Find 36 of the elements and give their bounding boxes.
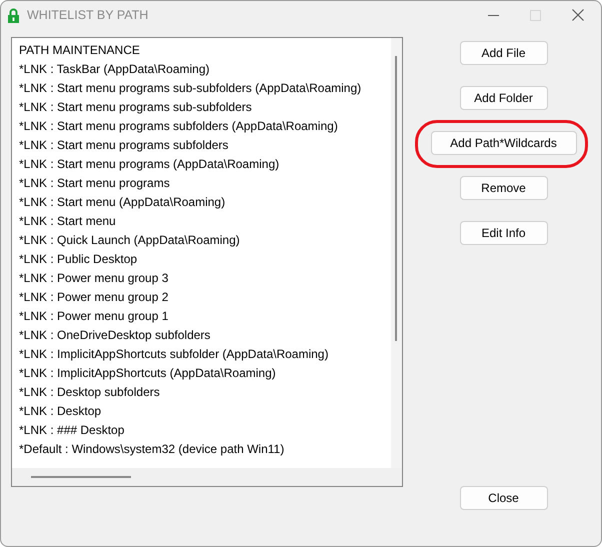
close-icon[interactable] <box>572 9 584 21</box>
list-item[interactable]: *LNK : Desktop subfolders <box>19 383 389 402</box>
padlock-icon <box>8 8 19 22</box>
horizontal-scrollbar[interactable] <box>12 468 402 486</box>
action-button[interactable]: Add Folder <box>460 86 548 110</box>
list-item[interactable]: *LNK : Start menu programs subfolders <box>19 136 389 155</box>
action-button[interactable]: Add File <box>460 41 548 65</box>
list-item[interactable]: *LNK : Desktop <box>19 402 389 421</box>
window-title: WHITELIST BY PATH <box>27 8 148 22</box>
list-item[interactable]: *LNK : Start menu programs sub-subfolders <box>19 98 389 117</box>
list-item[interactable]: *LNK : Quick Launch (AppData\Roaming) <box>19 231 389 250</box>
action-button[interactable]: Remove <box>460 176 548 200</box>
action-button[interactable]: Edit Info <box>460 221 548 245</box>
list-item[interactable]: *LNK : Start menu programs subfolders (AppData\Roaming) <box>19 117 389 136</box>
list-item[interactable]: *LNK : Start menu programs (AppData\Roaming) <box>19 155 389 174</box>
scroll-thumb[interactable] <box>31 476 131 478</box>
scroll-thumb[interactable] <box>395 56 397 341</box>
close-button[interactable]: Close <box>460 486 548 510</box>
list-item[interactable]: *LNK : Start menu programs <box>19 174 389 193</box>
list-item[interactable]: *LNK : Power menu group 3 <box>19 269 389 288</box>
list-item[interactable]: *LNK : ImplicitAppShortcuts subfolder (AppData\Roaming) <box>19 345 389 364</box>
list-item[interactable]: *LNK : Power menu group 1 <box>19 307 389 326</box>
list-item[interactable]: *LNK : Start menu <box>19 212 389 231</box>
list-item[interactable]: PATH MAINTENANCE <box>19 41 389 60</box>
list-item[interactable]: *LNK : Start menu programs sub-subfolders (AppData\Roaming) <box>19 79 389 98</box>
list-item[interactable]: *LNK : Public Desktop <box>19 250 389 269</box>
list-item[interactable]: *LNK : OneDriveDesktop subfolders <box>19 326 389 345</box>
path-list[interactable] <box>11 37 403 487</box>
vertical-scrollbar[interactable] <box>391 38 402 468</box>
list-item[interactable]: *LNK : Power menu group 2 <box>19 288 389 307</box>
list-item[interactable]: *LNK : TaskBar (AppData\Roaming) <box>19 60 389 79</box>
list-item[interactable]: *Default : Windows\system32 (device path Win11) <box>19 440 389 459</box>
list-item[interactable]: *LNK : ### Desktop <box>19 421 389 440</box>
action-button[interactable]: Add Path*Wildcards <box>430 131 576 155</box>
list-item[interactable]: *LNK : Start menu (AppData\Roaming) <box>19 193 389 212</box>
list-item[interactable]: *LNK : ImplicitAppShortcuts (AppData\Roaming) <box>19 364 389 383</box>
